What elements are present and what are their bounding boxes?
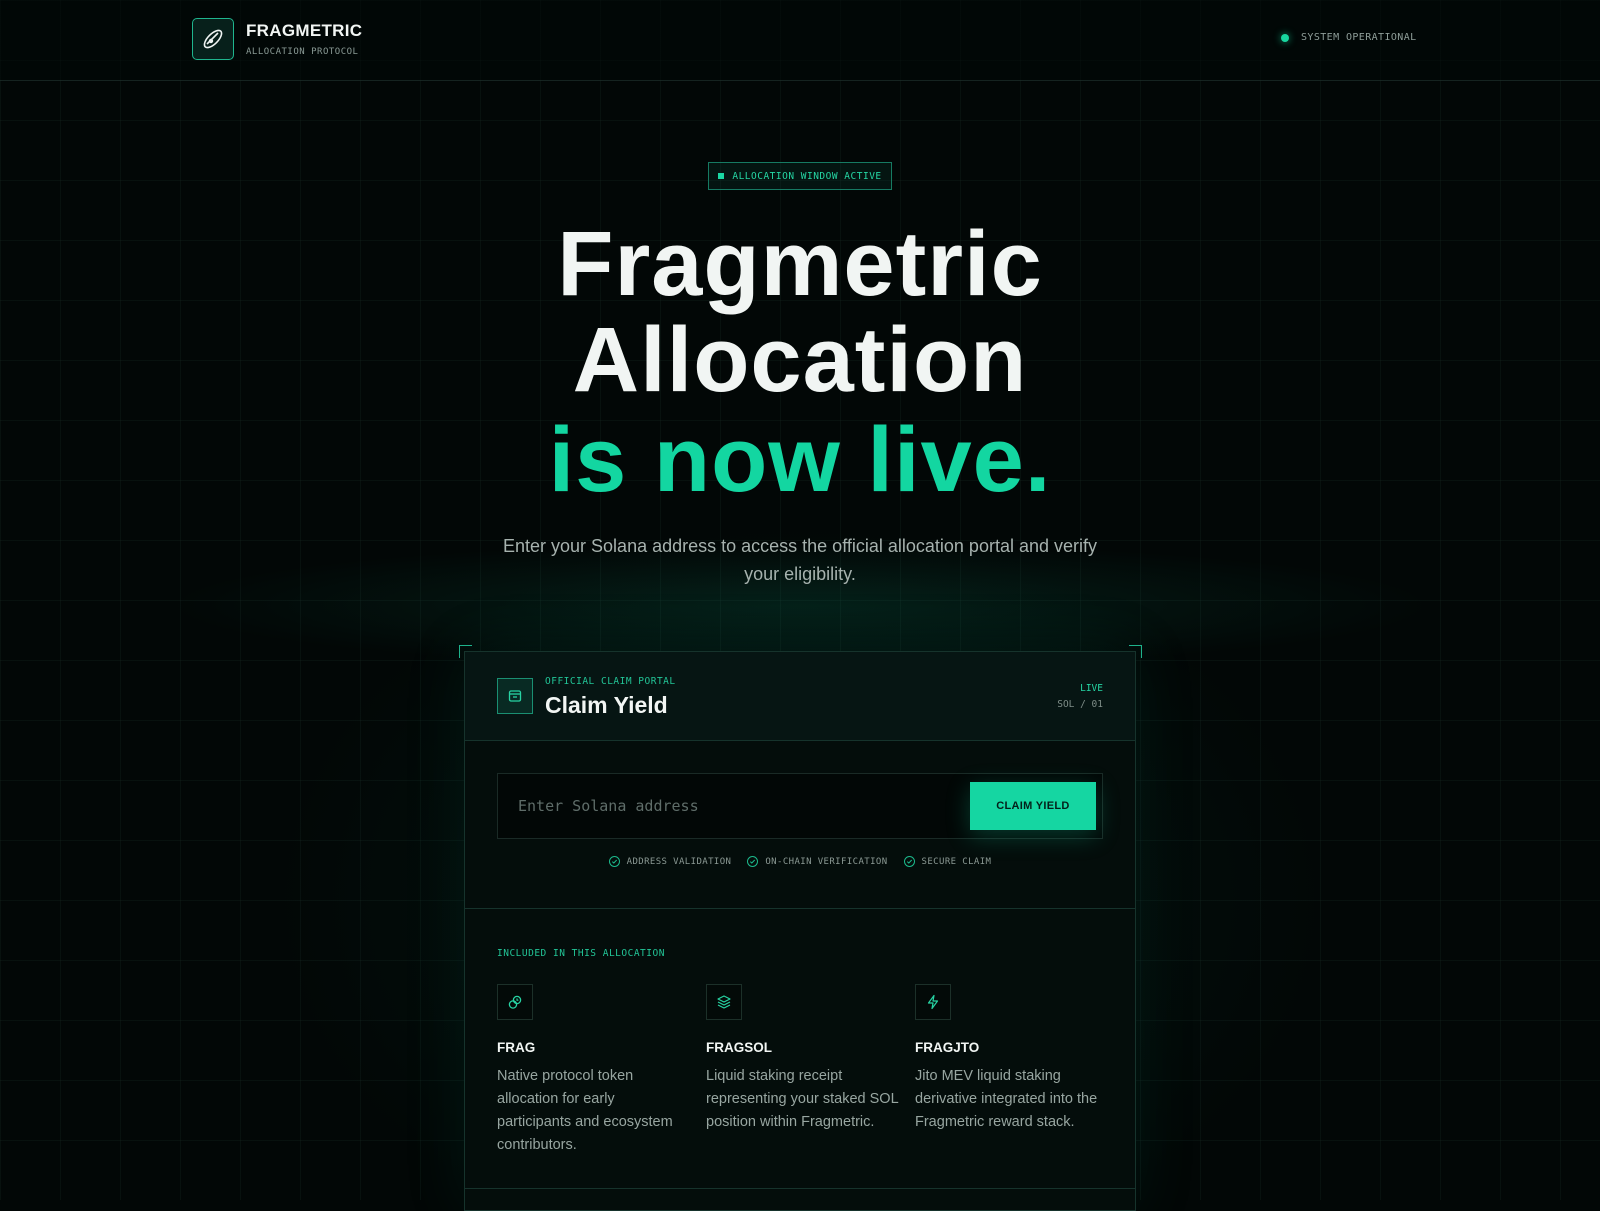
claim-card-eyebrow: OFFICIAL CLAIM PORTAL (545, 676, 676, 687)
check-circle-icon (608, 856, 620, 867)
included-label: INCLUDED IN THIS ALLOCATION (497, 948, 665, 959)
asset-name: FRAGJTO (915, 1040, 980, 1055)
asset-name: FRAG (497, 1040, 536, 1055)
check-address-validation: ADDRESS VALIDATION (608, 856, 732, 867)
hero-title: Fragmetric Allocation is now live. (0, 216, 1600, 508)
brand[interactable]: FRAGMETRIC ALLOCATION PROTOCOL (192, 18, 362, 60)
card-bottom-divider (465, 1188, 1135, 1189)
solana-address-input[interactable] (498, 774, 958, 838)
asset-description: Jito MEV liquid staking derivative integ… (915, 1068, 1098, 1130)
check-on-chain-verification: ON-CHAIN VERIFICATION (747, 856, 887, 867)
verification-checks: ADDRESS VALIDATION ON-CHAIN VERIFICATION… (465, 856, 1135, 867)
claim-card: OFFICIAL CLAIM PORTAL Claim Yield LIVE S… (464, 651, 1136, 1211)
allocation-window-badge: ALLOCATION WINDOW ACTIVE (708, 162, 892, 190)
top-navigation: FRAGMETRIC ALLOCATION PROTOCOL SYSTEM OP… (0, 0, 1600, 81)
wallet-icon (497, 678, 533, 714)
hero-subtitle: Enter your Solana address to access the … (503, 536, 1097, 584)
check-label: ON-CHAIN VERIFICATION (765, 856, 888, 867)
asset-description: Native protocol token allocation for ear… (497, 1068, 673, 1153)
asset-description: Liquid staking receipt representing your… (706, 1068, 899, 1130)
asset-frag: FRAG Native protocol token allocation fo… (497, 984, 692, 1157)
asset-fragjto: FRAGJTO Jito MEV liquid staking derivati… (915, 984, 1110, 1134)
claim-card-header: OFFICIAL CLAIM PORTAL Claim Yield LIVE S… (465, 652, 1135, 741)
asset-fragsol: FRAGSOL Liquid staking receipt represent… (706, 984, 901, 1134)
status-text: SYSTEM OPERATIONAL (1301, 32, 1417, 43)
coins-icon (497, 984, 533, 1020)
brand-name: FRAGMETRIC (246, 21, 363, 40)
check-circle-icon (903, 856, 915, 867)
fragmetric-logo-icon (192, 18, 234, 60)
check-circle-icon (747, 856, 759, 867)
address-input-group: CLAIM YIELD (497, 773, 1103, 839)
network-label: SOL / 01 (1057, 699, 1103, 710)
lightning-icon (915, 984, 951, 1020)
card-divider (465, 908, 1135, 909)
hero-title-line-2: Allocation (572, 309, 1028, 411)
claim-yield-button[interactable]: CLAIM YIELD (970, 782, 1096, 830)
check-secure-claim: SECURE CLAIM (903, 856, 992, 867)
claim-card-title: Claim Yield (545, 692, 668, 718)
asset-name: FRAGSOL (706, 1040, 772, 1055)
hero-title-accent: is now live. (548, 409, 1052, 511)
live-indicator: LIVE (1080, 683, 1103, 694)
layers-icon (706, 984, 742, 1020)
status-dot-icon (1281, 33, 1289, 42)
brand-subtitle: ALLOCATION PROTOCOL (246, 47, 359, 57)
hero-title-line-1: Fragmetric (557, 213, 1043, 315)
system-status: SYSTEM OPERATIONAL (1281, 32, 1417, 43)
badge-square-icon (718, 173, 725, 179)
check-label: ADDRESS VALIDATION (626, 856, 732, 867)
check-label: SECURE CLAIM (921, 856, 992, 867)
badge-text: ALLOCATION WINDOW ACTIVE (732, 170, 882, 182)
